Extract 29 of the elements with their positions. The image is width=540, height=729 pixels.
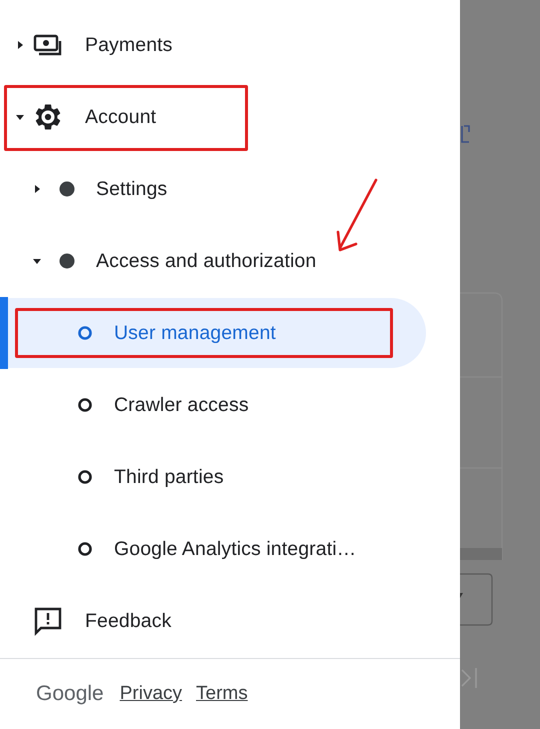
caret-down-icon[interactable] [32,256,42,266]
nav-item[interactable]: Third parties [114,466,224,488]
bullet-icon [59,253,75,269]
footer-link[interactable]: Privacy [120,683,182,705]
banknotes-icon [33,33,63,57]
dimmed-dropdown [460,573,493,626]
caret-down-icon[interactable] [15,112,25,122]
nav-item[interactable]: Payments [85,34,173,56]
settings-icon [33,102,63,132]
caret-right-icon[interactable] [15,40,25,50]
nav-item[interactable]: Feedback [85,610,172,632]
ring-icon [77,325,93,341]
nav-item[interactable]: Crawler access [114,394,249,416]
nav-item[interactable]: Google Analytics integrati… [114,538,356,560]
external-link-icon [461,125,470,143]
google-logo: Google [36,682,104,706]
caret-right-icon[interactable] [32,184,42,194]
footer-link[interactable]: Terms [196,683,248,705]
feedback-icon [33,606,63,636]
nav-item[interactable]: User management [114,322,276,344]
bullet-icon [59,181,75,197]
nav-item[interactable]: Access and authorization [96,250,316,272]
selection-indicator [0,297,8,369]
last-page-icon [461,667,477,689]
ring-icon [77,397,93,413]
nav-item[interactable]: Account [85,106,156,128]
nav-item[interactable]: Settings [96,178,168,200]
ring-icon [77,541,93,557]
ring-icon [77,469,93,485]
